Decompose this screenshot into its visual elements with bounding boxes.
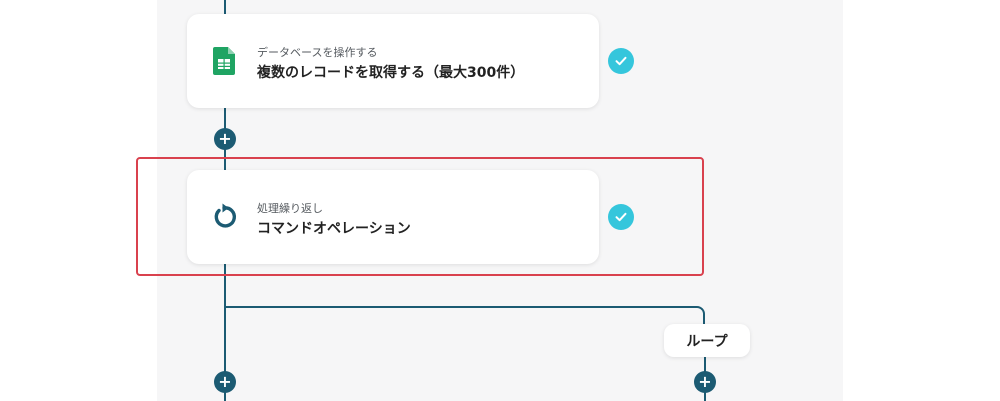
check-icon <box>608 48 634 74</box>
connector-line <box>224 0 226 14</box>
add-loop-step-button[interactable]: + <box>694 371 716 393</box>
add-step-button[interactable]: + <box>214 371 236 393</box>
step-card-command-operation[interactable]: 処理繰り返し コマンドオペレーション <box>187 170 599 264</box>
google-sheets-icon <box>209 44 239 78</box>
step-category-label: 処理繰り返し <box>257 202 323 215</box>
add-step-button[interactable]: + <box>214 128 236 150</box>
step-title: 複数のレコードを取得する（最大300件） <box>257 65 525 81</box>
check-icon <box>608 204 634 230</box>
loop-branch-connector <box>225 306 705 336</box>
step-card-get-records[interactable]: データベースを操作する 複数のレコードを取得する（最大300件） <box>187 14 599 108</box>
loop-icon <box>209 200 239 234</box>
step-title: コマンドオペレーション <box>257 221 411 237</box>
step-category-label: データベースを操作する <box>257 46 378 59</box>
loop-branch-label[interactable]: ループ <box>664 324 750 357</box>
